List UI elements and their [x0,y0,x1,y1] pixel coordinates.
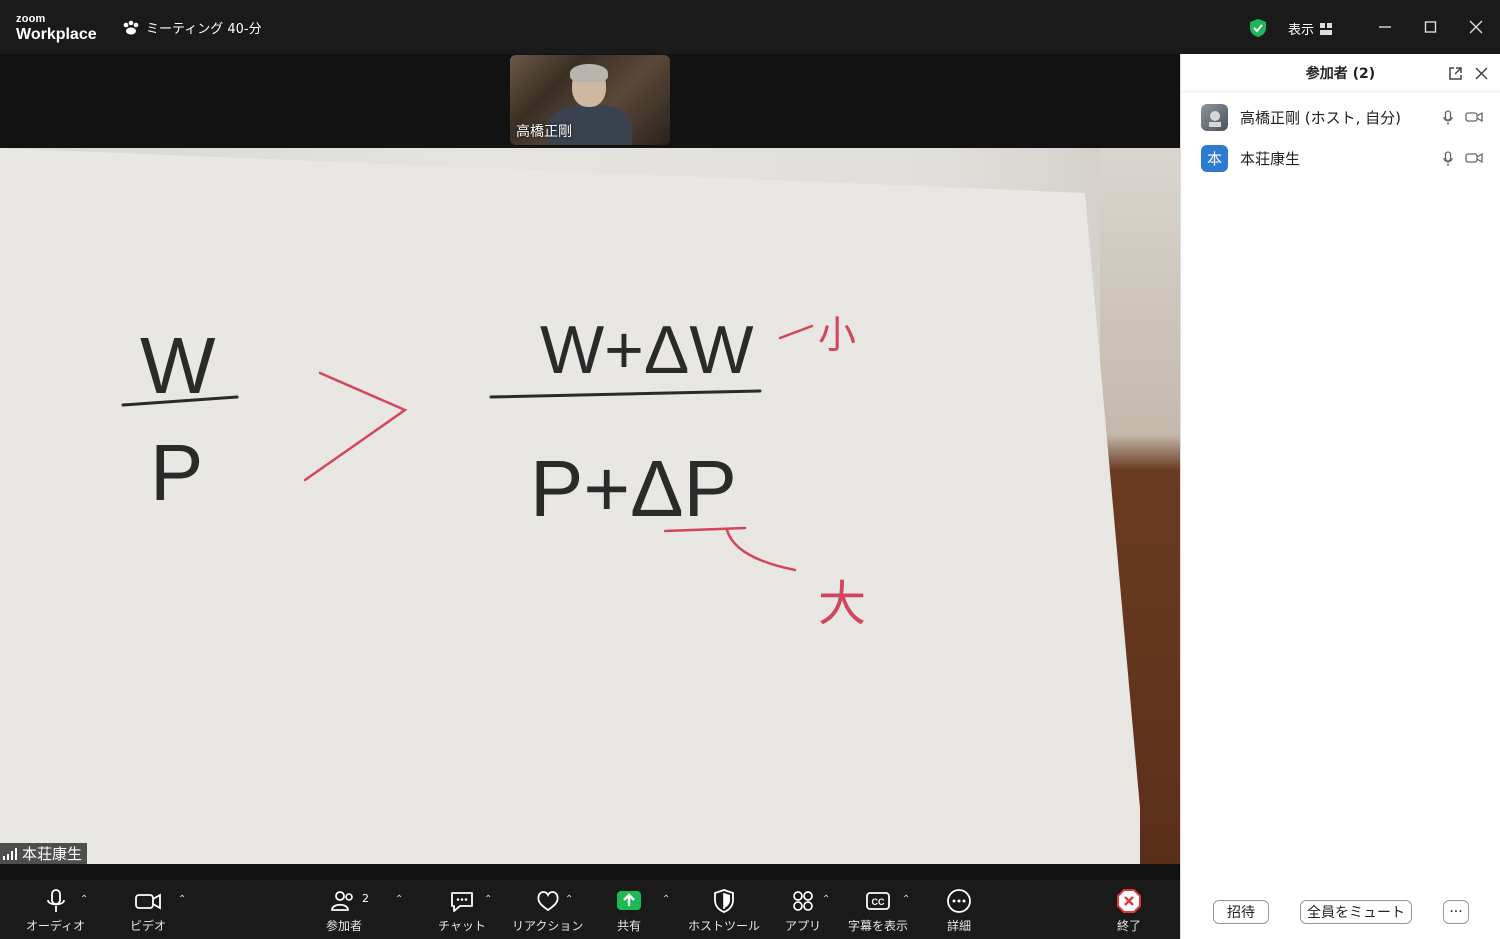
whiteboard-paper: W P W+ΔW P+ΔP 小 大 [0,148,1140,864]
participants-options-caret[interactable]: ⌃ [395,894,403,905]
mic-icon[interactable] [1443,110,1453,126]
video-area: W P W+ΔW P+ΔP 小 大 本荘康生 [0,54,1180,880]
participant-name: 本荘康生 [1240,150,1301,168]
chat-bubble-icon [451,892,473,912]
share-button[interactable]: 共有 [616,888,642,934]
closed-captions-icon: CC [866,892,890,910]
panel-header: 参加者 (2) [1181,54,1500,92]
chat-options-caret[interactable]: ⌃ [484,894,492,905]
meeting-title: ミーティング 40-分 [146,22,262,37]
denominator-left: P [150,428,203,517]
host-avatar-icon [1208,110,1221,127]
participants-panel: 参加者 (2) 高橋正剛 (ホスト, 自分) 本 本荘康生 招待 全員をミュート… [1180,54,1500,939]
maximize-icon[interactable] [1424,17,1438,37]
participant-row[interactable]: 高橋正剛 (ホスト, 自分) [1201,104,1401,131]
participant-row[interactable]: 本 本荘康生 [1201,145,1300,172]
audio-button[interactable]: オーディオ [26,888,85,934]
thumbnail-name: 高橋正剛 [516,124,572,140]
more-button[interactable]: 詳細 [946,888,972,934]
avatar: 本 [1201,145,1228,172]
denominator-right: P+ΔP [530,444,737,533]
numerator-right: W+ΔW [540,312,754,388]
zoom-logo: zoom Workplace [16,13,97,43]
speaker-name-tag: 本荘康生 [0,843,88,864]
apps-options-caret[interactable]: ⌃ [822,894,830,905]
numerator-left: W [140,321,216,410]
share-options-caret[interactable]: ⌃ [662,894,670,905]
participants-paw-icon [123,20,139,34]
video-options-caret[interactable]: ⌃ [178,894,186,905]
mic-icon[interactable] [1443,151,1453,167]
host-shield-icon [714,889,734,913]
panel-title: 参加者 (2) [1305,65,1376,82]
note-small: 小 [818,313,856,357]
heart-icon [537,891,559,912]
handwriting: W P W+ΔW P+ΔP 小 大 [121,312,866,632]
more-dots-icon [947,889,971,913]
close-window-icon[interactable] [1469,17,1483,37]
self-video-thumbnail[interactable]: 高橋正剛 [510,55,670,145]
participants-count: 2 [362,892,369,905]
avatar [1201,104,1228,131]
meeting-toolbar: オーディオ ⌃ ビデオ ⌃ 参加者 2 ⌃ チャット ⌃ リアクション ⌃ 共有… [0,880,1180,939]
meeting-info-button[interactable]: ミーティング 40-分 [122,18,262,37]
microphone-icon [46,889,65,912]
captions-options-caret[interactable]: ⌃ [902,894,910,905]
share-screen-icon [617,891,641,910]
participant-name: 高橋正剛 (ホスト, 自分) [1240,109,1402,127]
view-button[interactable]: 表示 [1288,19,1333,38]
minimize-icon[interactable] [1378,17,1392,37]
title-bar: zoom Workplace ミーティング 40-分 表示 [0,0,1500,54]
apps-icon [793,891,813,911]
apps-button[interactable]: アプリ [785,888,821,934]
video-button[interactable]: ビデオ [130,888,166,934]
participants-icon [331,891,353,911]
more-options-button[interactable]: ··· [1443,900,1469,924]
video-camera-icon [135,893,161,910]
end-call-icon [1117,889,1141,913]
audio-options-caret[interactable]: ⌃ [80,894,88,905]
participants-button[interactable]: 参加者 [326,888,362,934]
invite-button[interactable]: 招待 [1213,900,1269,924]
encryption-shield-icon[interactable] [1249,18,1267,38]
mute-all-button[interactable]: 全員をミュート [1300,900,1412,924]
end-meeting-button[interactable]: 終了 [1116,888,1142,934]
close-panel-icon[interactable] [1475,67,1488,80]
captions-button[interactable]: CC 字幕を表示 [848,888,908,934]
svg-text:CC: CC [872,897,885,907]
signal-strength-icon [3,847,17,860]
host-tools-button[interactable]: ホストツール [688,888,760,934]
camera-icon[interactable] [1465,110,1483,124]
grid-view-icon [1320,22,1333,35]
chat-button[interactable]: チャット [438,888,486,934]
reactions-options-caret[interactable]: ⌃ [565,894,573,905]
pop-out-icon[interactable] [1448,66,1463,81]
note-large: 大 [818,576,866,632]
active-speaker-video: W P W+ΔW P+ΔP 小 大 [0,148,1180,864]
camera-icon[interactable] [1465,151,1483,165]
